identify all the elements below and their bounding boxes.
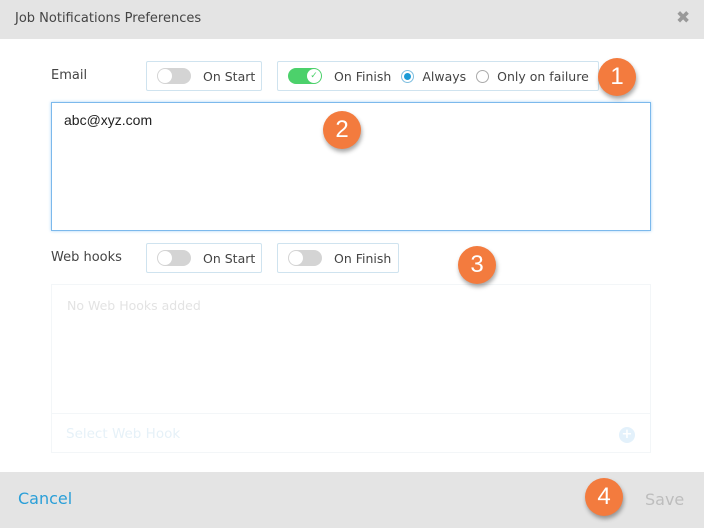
email-on-start-group: On Start [146, 61, 262, 91]
annotation-badge-3: 3 [458, 246, 496, 284]
email-on-start-toggle[interactable] [157, 68, 191, 84]
webhooks-on-finish-group: On Finish [277, 243, 399, 273]
select-webhook-dropdown[interactable]: Select Web Hook + [52, 413, 650, 454]
select-webhook-placeholder: Select Web Hook [66, 426, 181, 442]
webhooks-empty-text: No Web Hooks added [67, 298, 201, 313]
radio-always[interactable] [401, 69, 415, 83]
toggle-knob [289, 251, 303, 265]
email-label: Email [51, 68, 88, 83]
email-on-finish-label: On Finish [334, 68, 392, 84]
dialog-header: Job Notifications Preferences ✖ [0, 0, 704, 39]
webhooks-on-finish-label: On Finish [334, 250, 392, 266]
webhooks-on-start-label: On Start [203, 250, 256, 266]
dialog-title: Job Notifications Preferences [15, 11, 202, 26]
webhooks-on-finish-toggle[interactable] [288, 250, 322, 266]
toggle-knob [158, 69, 172, 83]
webhooks-panel: No Web Hooks added Select Web Hook + [51, 284, 651, 453]
email-recipients-value: abc@xyz.com [64, 112, 153, 128]
email-on-finish-toggle[interactable]: ✓ [288, 68, 322, 84]
annotation-badge-4: 4 [585, 478, 623, 516]
check-icon: ✓ [307, 69, 321, 83]
cancel-button[interactable]: Cancel [18, 489, 72, 508]
annotation-badge-2: 2 [323, 111, 361, 149]
annotation-badge-1: 1 [598, 58, 636, 96]
email-on-start-label: On Start [203, 68, 256, 84]
email-on-finish-group: ✓ On Finish Always Only on failure [277, 61, 599, 91]
save-button[interactable]: Save [645, 490, 684, 509]
plus-circle-icon[interactable]: + [619, 427, 635, 443]
close-icon[interactable]: ✖ [676, 9, 690, 27]
radio-always-label: Always [422, 68, 467, 84]
radio-only-on-failure[interactable] [476, 69, 490, 83]
radio-only-on-failure-label: Only on failure [497, 68, 589, 84]
webhooks-label: Web hooks [51, 250, 122, 265]
webhooks-on-start-group: On Start [146, 243, 262, 273]
toggle-knob [158, 251, 172, 265]
webhooks-on-start-toggle[interactable] [157, 250, 191, 266]
